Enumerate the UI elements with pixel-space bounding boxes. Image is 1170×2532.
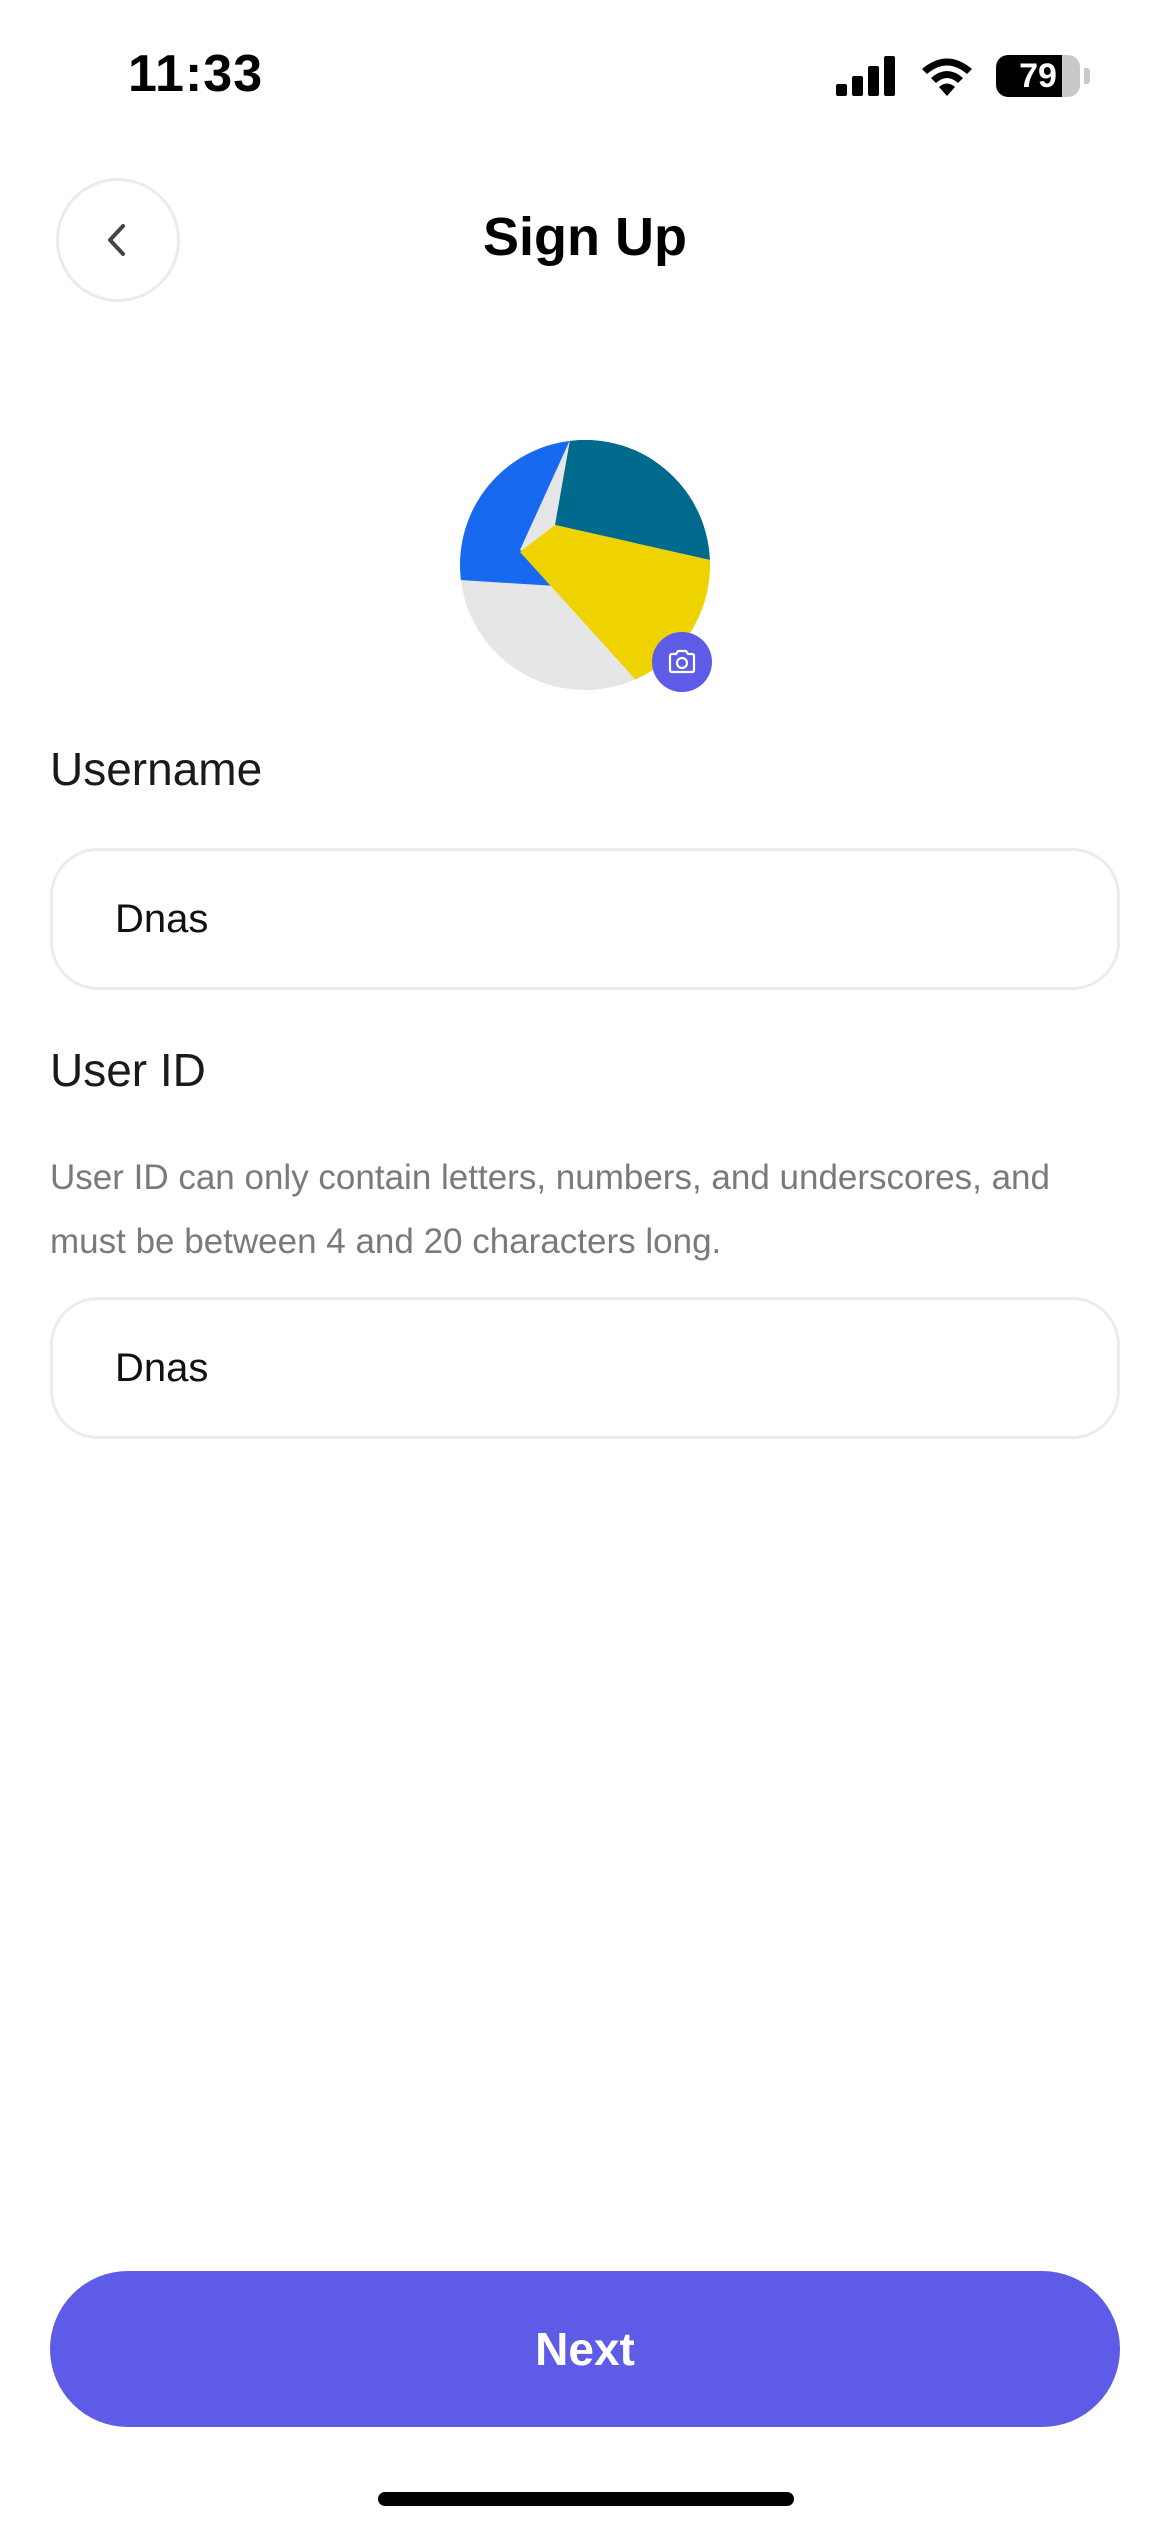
wifi-icon	[922, 58, 972, 96]
status-icons: 79	[836, 52, 1090, 100]
cellular-signal-icon	[836, 56, 895, 96]
home-indicator[interactable]	[378, 2492, 794, 2506]
sign-up-screen: 11:33 79 Sign Up Username Dnas User ID U…	[0, 0, 1170, 2532]
battery-cap	[1084, 68, 1090, 84]
camera-icon	[668, 649, 696, 674]
user-id-helper-text: User ID can only contain letters, number…	[50, 1158, 1050, 1261]
avatar-picker[interactable]	[460, 440, 712, 692]
user-id-label: User ID	[50, 1044, 206, 1096]
page-title: Sign Up	[483, 207, 687, 267]
username-label: Username	[50, 743, 263, 795]
change-photo-button[interactable]	[652, 632, 712, 692]
next-button[interactable]: Next	[50, 2271, 1120, 2427]
battery-level: 79	[1019, 56, 1057, 95]
username-field[interactable]	[50, 848, 1120, 990]
user-id-field[interactable]	[50, 1297, 1120, 1439]
battery-icon: 79	[996, 55, 1080, 97]
status-time: 11:33	[128, 45, 264, 103]
